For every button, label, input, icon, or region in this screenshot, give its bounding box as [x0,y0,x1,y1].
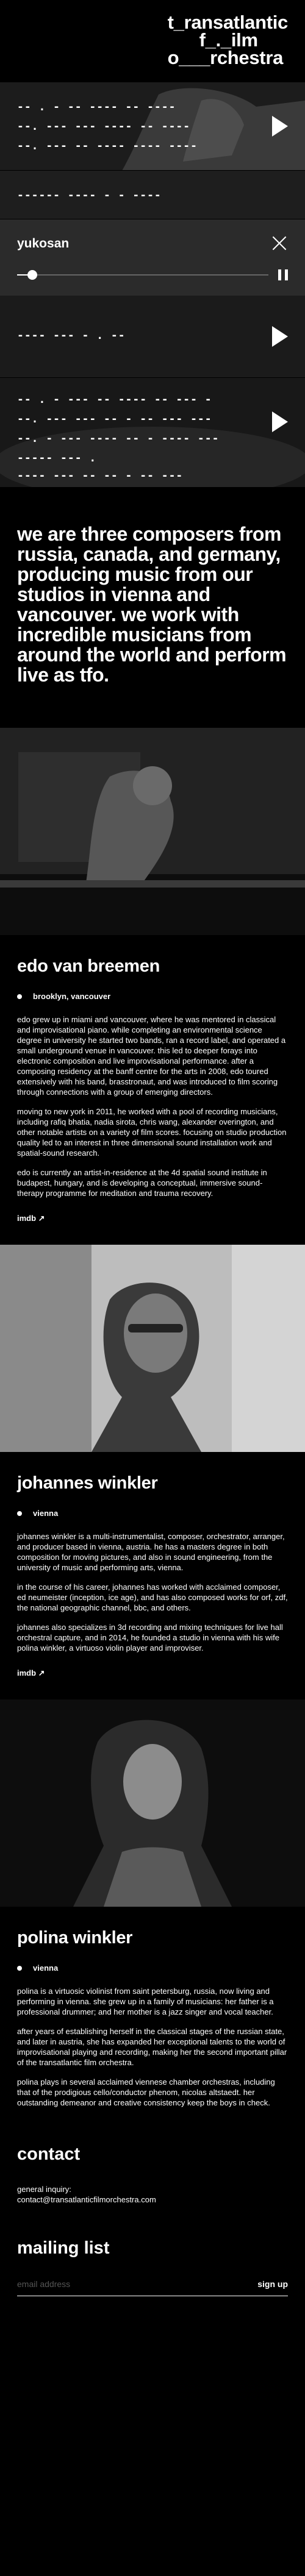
bio-paragraph: johannes winkler is a multi-instrumental… [17,1532,285,1572]
mailing-title: mailing list [17,2238,110,2258]
play-icon[interactable] [272,116,288,137]
member-polina: polina winkler vienna polina is a virtuo… [0,1928,305,2108]
member-name: polina winkler [17,1928,133,1948]
active-track: yukosan [0,219,305,296]
track-code-2: --. --- --- ---- -- ---- [17,120,191,133]
contact-section: contact general inquiry: contact@transat… [0,2144,305,2296]
track-item[interactable]: ---- --- - . -- [0,296,305,378]
member-location: brooklyn, vancouver [17,992,288,1001]
member-location-text: vienna [33,1509,59,1518]
track-code: -- . - -- ---- -- ---- [17,101,176,113]
active-track-title: yukosan [17,237,70,251]
location-dot-icon [17,994,22,999]
imdb-link[interactable]: imdb ↗ [17,1214,45,1223]
logo-line-3: o___rchestra [167,47,284,68]
contact-email-link[interactable]: contact@transatlanticfilmorchestra.com [17,2194,288,2205]
member-location: vienna [17,1509,288,1518]
johannes-photo-illustration [0,1245,305,1452]
play-icon[interactable] [272,326,288,347]
bio-paragraph: edo is currently an artist-in-residence … [17,1168,267,1198]
logo[interactable]: t_ransatlantic f_._ilm o___rchestra [167,12,289,68]
photo-johannes [0,1245,305,1452]
member-location: vienna [17,1963,288,1973]
track-code: ---- --- - . -- [17,329,126,342]
track-code-3: --. --- -- ---- ---- ---- [17,140,198,152]
email-input[interactable] [17,2279,237,2289]
contact-title: contact [17,2144,81,2164]
mailing-list: mailing list sign up [17,2238,288,2296]
member-location-text: brooklyn, vancouver [33,992,111,1001]
bio-paragraph: after years of establishing herself in t… [17,2027,287,2067]
track-code-2: --. --- --- -- - -- --- --- [17,413,212,425]
bio-paragraph: johannes also specializes in 3d recordin… [17,1623,283,1653]
track-item[interactable]: -- . - -- ---- -- ---- --. --- --- ---- … [0,82,305,171]
track-item[interactable]: ------ ---- - - ---- [0,171,305,219]
bio-paragraph: edo grew up in miami and vancouver, wher… [17,1015,286,1097]
bio-paragraph: polina is a virtuosic violinist from sai… [17,1987,274,2016]
logo-line-1: t_ransatlantic [167,12,289,33]
track-code: -- . - --- -- ---- -- --- - [17,393,212,406]
sign-up-button[interactable]: sign up [257,2279,288,2289]
track-code-4: ----- --- . [17,452,97,464]
logo-line-2: f_._ilm [199,29,258,51]
bio-paragraph: in the course of his career, johannes ha… [17,1582,288,1612]
mailing-form: sign up [17,2275,288,2296]
edo-photo-illustration [0,728,305,935]
bio-paragraph: moving to new york in 2011, he worked wi… [17,1107,287,1158]
track-item[interactable]: -- . - --- -- ---- -- --- - --. --- --- … [0,378,305,488]
member-bio: johannes winkler is a multi-instrumental… [17,1531,288,1653]
member-bio: polina is a virtuosic violinist from sai… [17,1986,288,2108]
polina-photo-illustration [0,1699,305,1907]
close-icon[interactable] [271,234,288,251]
site-header: t_ransatlantic f_._ilm o___rchestra [0,0,305,82]
play-icon[interactable] [272,411,288,432]
music-player: -- . - -- ---- -- ---- --. --- --- ---- … [0,82,305,488]
photo-polina [0,1699,305,1907]
member-location-text: vienna [33,1963,59,1973]
progress-bar[interactable] [17,270,268,280]
location-dot-icon [17,1965,22,1971]
member-edo: edo van breemen brooklyn, vancouver edo … [0,956,305,1245]
photo-edo [0,728,305,935]
contact-general-label: general inquiry: [17,2185,71,2194]
pause-icon[interactable] [278,269,288,280]
track-code-5: ---- --- -- -- - -- --- [17,469,184,482]
bio-paragraph: polina plays in several acclaimed vienne… [17,2077,275,2107]
member-bio: edo grew up in miami and vancouver, wher… [17,1014,288,1198]
member-name: johannes winkler [17,1473,158,1493]
progress-handle[interactable] [27,270,37,280]
track-code: ------ ---- - - ---- [17,189,162,202]
member-johannes: johannes winkler vienna johannes winkler… [0,1473,305,1699]
intro-text: we are three composers from russia, cana… [17,523,287,686]
member-name: edo van breemen [17,956,160,976]
location-dot-icon [17,1510,22,1516]
imdb-link[interactable]: imdb ↗ [17,1668,45,1678]
track-code-3: --. - --- ---- -- - ---- --- [17,432,220,445]
